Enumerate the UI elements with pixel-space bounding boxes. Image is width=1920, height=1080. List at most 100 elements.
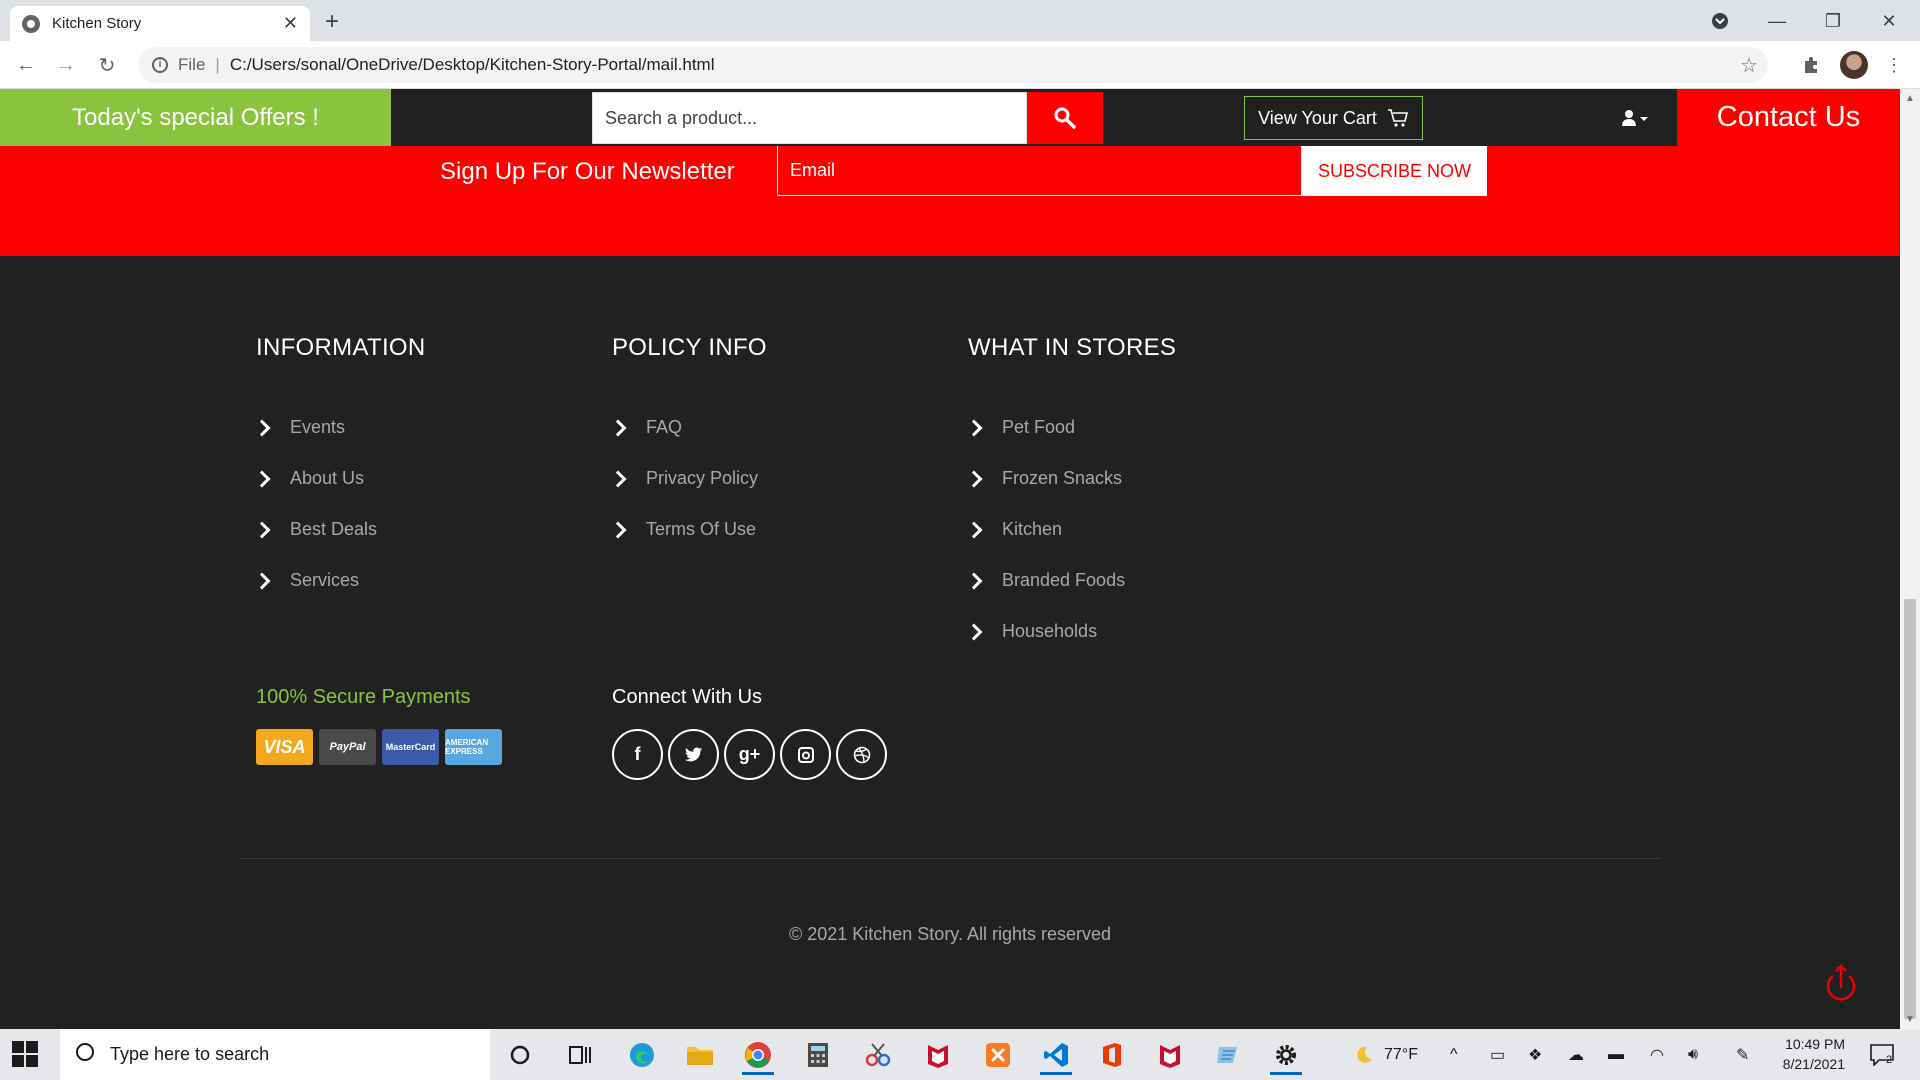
newsletter-email-input[interactable]: Email bbox=[777, 146, 1302, 196]
page-viewport: Today's special Offers ! Search a produc… bbox=[0, 89, 1900, 1029]
scrollbar-thumb[interactable] bbox=[1904, 599, 1916, 1019]
copyright-text: © 2021 Kitchen Story. All rights reserve… bbox=[788, 924, 1112, 944]
file-explorer-icon[interactable] bbox=[680, 1035, 720, 1075]
active-app-indicator bbox=[1040, 1072, 1072, 1075]
meet-now-icon[interactable]: ▭ bbox=[1490, 1029, 1505, 1080]
back-arrow-icon[interactable]: ← bbox=[12, 51, 40, 79]
special-offers-button[interactable]: Today's special Offers ! bbox=[0, 89, 391, 146]
mcafee-icon[interactable] bbox=[918, 1035, 958, 1075]
footer-link-frozen-snacks[interactable]: Frozen Snacks bbox=[965, 453, 1176, 504]
footer-link-label: Best Deals bbox=[290, 519, 378, 539]
windows-taskbar: Type here to search 77°F ^ ▭ ❖ ☁ ▬ ◠ 🔊︎ … bbox=[0, 1029, 1920, 1080]
snip-sketch-icon[interactable] bbox=[858, 1035, 898, 1075]
battery-icon[interactable]: ▬ bbox=[1608, 1029, 1624, 1080]
contact-us-button[interactable]: Contact Us bbox=[1677, 89, 1900, 146]
mcafee-security-icon[interactable] bbox=[1150, 1035, 1190, 1075]
footer-policy-column: POLICY INFO FAQ Privacy Policy Terms Of … bbox=[609, 334, 767, 555]
system-clock[interactable]: 10:49 PM 8/21/2021 bbox=[1765, 1034, 1845, 1074]
footer-link-branded-foods[interactable]: Branded Foods bbox=[965, 555, 1176, 606]
footer-link-label: Pet Food bbox=[1002, 417, 1076, 437]
subscribe-button[interactable]: SUBSCRIBE NOW bbox=[1302, 146, 1487, 196]
view-cart-button[interactable]: View Your Cart bbox=[1244, 96, 1423, 140]
browser-tab[interactable]: Kitchen Story ✕ bbox=[10, 6, 310, 41]
user-account-icon[interactable] bbox=[1620, 103, 1650, 133]
notification-count: 2 bbox=[1886, 1053, 1893, 1066]
dropbox-icon[interactable]: ❖ bbox=[1528, 1029, 1542, 1080]
footer-link-services[interactable]: Services bbox=[253, 555, 426, 606]
footer-link-events[interactable]: Events bbox=[253, 402, 426, 453]
footer-link-about-us[interactable]: About Us bbox=[253, 453, 426, 504]
footer-link-label: Services bbox=[290, 570, 360, 590]
extensions-puzzle-icon[interactable] bbox=[1799, 53, 1823, 77]
close-window-icon[interactable]: ✕ bbox=[1866, 6, 1912, 36]
taskbar-search-input[interactable]: Type here to search bbox=[60, 1029, 490, 1080]
twitter-icon[interactable] bbox=[668, 729, 719, 780]
cart-label: View Your Cart bbox=[1258, 107, 1377, 128]
dribbble-icon[interactable] bbox=[836, 729, 887, 780]
scroll-up-arrow-icon[interactable]: ▲ bbox=[1905, 93, 1915, 104]
minimize-icon[interactable]: — bbox=[1754, 6, 1800, 36]
footer-link-households[interactable]: Households bbox=[965, 606, 1176, 657]
close-tab-icon[interactable]: ✕ bbox=[283, 13, 298, 34]
volume-icon[interactable]: 🔊︎ bbox=[1688, 1029, 1698, 1080]
edge-browser-icon[interactable] bbox=[622, 1035, 662, 1075]
notepad-icon[interactable] bbox=[1208, 1035, 1248, 1075]
footer-link-kitchen[interactable]: Kitchen bbox=[965, 504, 1176, 555]
url-protocol: File bbox=[178, 55, 206, 74]
search-button[interactable] bbox=[1027, 92, 1103, 144]
payment-cards: VISA PayPal MasterCard AMERICAN EXPRESS bbox=[256, 729, 502, 765]
forward-arrow-icon[interactable]: → bbox=[52, 51, 80, 79]
profile-avatar[interactable] bbox=[1840, 51, 1868, 79]
social-links: f g+ bbox=[612, 729, 887, 780]
page-scrollbar[interactable]: ▲ ▼ bbox=[1900, 89, 1920, 1029]
vscode-icon[interactable] bbox=[1036, 1035, 1076, 1075]
tray-chevron-up-icon[interactable]: ^ bbox=[1450, 1029, 1458, 1080]
search-input[interactable]: Search a product... bbox=[592, 92, 1027, 144]
restore-icon[interactable]: ❐ bbox=[1810, 6, 1856, 36]
footer-link-best-deals[interactable]: Best Deals bbox=[253, 504, 426, 555]
address-bar[interactable]: i File | C:/Users/sonal/OneDrive/Desktop… bbox=[138, 47, 1768, 83]
tab-search-icon[interactable] bbox=[1697, 6, 1743, 36]
search-icon bbox=[76, 1043, 94, 1061]
cortana-icon[interactable] bbox=[500, 1035, 540, 1075]
settings-gear-icon[interactable] bbox=[1266, 1035, 1306, 1075]
pen-ink-icon[interactable]: ✎ bbox=[1736, 1029, 1749, 1080]
scroll-down-arrow-icon[interactable]: ▼ bbox=[1905, 1014, 1915, 1025]
chevron-right-icon bbox=[965, 419, 983, 436]
onedrive-cloud-icon[interactable]: ☁ bbox=[1568, 1029, 1584, 1080]
xampp-icon[interactable] bbox=[978, 1035, 1018, 1075]
instagram-icon[interactable] bbox=[780, 729, 831, 780]
scroll-to-top-power-icon[interactable] bbox=[1823, 964, 1859, 1004]
google-plus-icon[interactable]: g+ bbox=[724, 729, 775, 780]
globe-icon bbox=[22, 14, 40, 33]
menu-kebab-icon[interactable]: ⋮ bbox=[1882, 53, 1906, 77]
bookmark-star-icon[interactable]: ☆ bbox=[1740, 53, 1758, 78]
chrome-browser-icon[interactable] bbox=[738, 1035, 778, 1075]
calculator-icon[interactable] bbox=[798, 1035, 838, 1075]
new-tab-button[interactable]: + bbox=[325, 8, 339, 36]
wifi-icon[interactable]: ◠ bbox=[1650, 1029, 1664, 1080]
moon-icon bbox=[1357, 1046, 1372, 1063]
reload-icon[interactable]: ↻ bbox=[93, 51, 121, 79]
facebook-icon[interactable]: f bbox=[612, 729, 663, 780]
chevron-right-icon bbox=[253, 521, 271, 538]
footer-link-privacy-policy[interactable]: Privacy Policy bbox=[609, 453, 767, 504]
chevron-right-icon bbox=[609, 470, 627, 487]
chevron-right-icon bbox=[609, 521, 627, 538]
weather-widget[interactable]: 77°F bbox=[1352, 1029, 1418, 1080]
office-icon[interactable] bbox=[1092, 1035, 1132, 1075]
notification-center-icon[interactable]: 2 bbox=[1870, 1029, 1894, 1080]
mastercard-icon: MasterCard bbox=[382, 729, 439, 765]
footer-link-label: Branded Foods bbox=[1002, 570, 1126, 590]
clock-time: 10:49 PM bbox=[1785, 1036, 1845, 1052]
footer-link-faq[interactable]: FAQ bbox=[609, 402, 767, 453]
footer-link-pet-food[interactable]: Pet Food bbox=[965, 402, 1176, 453]
footer-link-terms-of-use[interactable]: Terms Of Use bbox=[609, 504, 767, 555]
chevron-right-icon bbox=[965, 572, 983, 589]
taskbar-search-placeholder: Type here to search bbox=[110, 1044, 270, 1064]
info-icon[interactable]: i bbox=[152, 57, 168, 73]
weather-temperature: 77°F bbox=[1384, 1045, 1418, 1063]
newsletter-section: Sign Up For Our Newsletter Email SUBSCRI… bbox=[0, 146, 1900, 256]
task-view-icon[interactable] bbox=[560, 1035, 600, 1075]
windows-start-icon[interactable] bbox=[12, 1041, 38, 1067]
